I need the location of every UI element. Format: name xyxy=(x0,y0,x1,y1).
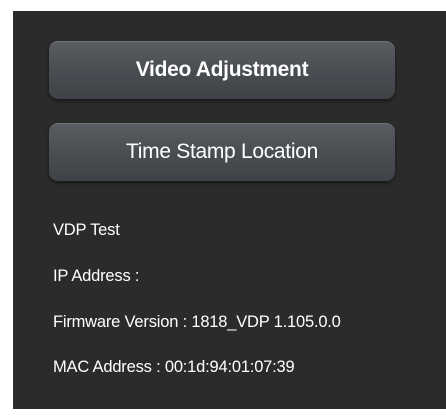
firmware-separator: : xyxy=(182,313,188,331)
video-adjustment-button[interactable]: Video Adjustment xyxy=(49,41,395,99)
mac-address-value: 00:1d:94:01:07:39 xyxy=(164,358,295,376)
vdp-test-text: VDP Test xyxy=(53,221,120,239)
time-stamp-location-button[interactable]: Time Stamp Location xyxy=(49,123,395,181)
video-adjustment-label: Video Adjustment xyxy=(135,58,309,81)
firmware-version-label: Firmware Version xyxy=(53,313,179,331)
mac-separator: : xyxy=(156,358,161,376)
time-stamp-location-label: Time Stamp Location xyxy=(126,140,318,163)
mac-address-label: MAC Address xyxy=(53,358,152,376)
mac-address-row: MAC Address : 00:1d:94:01:07:39 xyxy=(53,358,295,377)
settings-panel: Video Adjustment Time Stamp Location VDP… xyxy=(13,11,446,409)
ip-address-label: IP Address : xyxy=(53,267,140,285)
firmware-version-value: 1818_VDP 1.105.0.0 xyxy=(191,313,341,331)
firmware-version-row: Firmware Version : 1818_VDP 1.105.0.0 xyxy=(53,313,341,332)
